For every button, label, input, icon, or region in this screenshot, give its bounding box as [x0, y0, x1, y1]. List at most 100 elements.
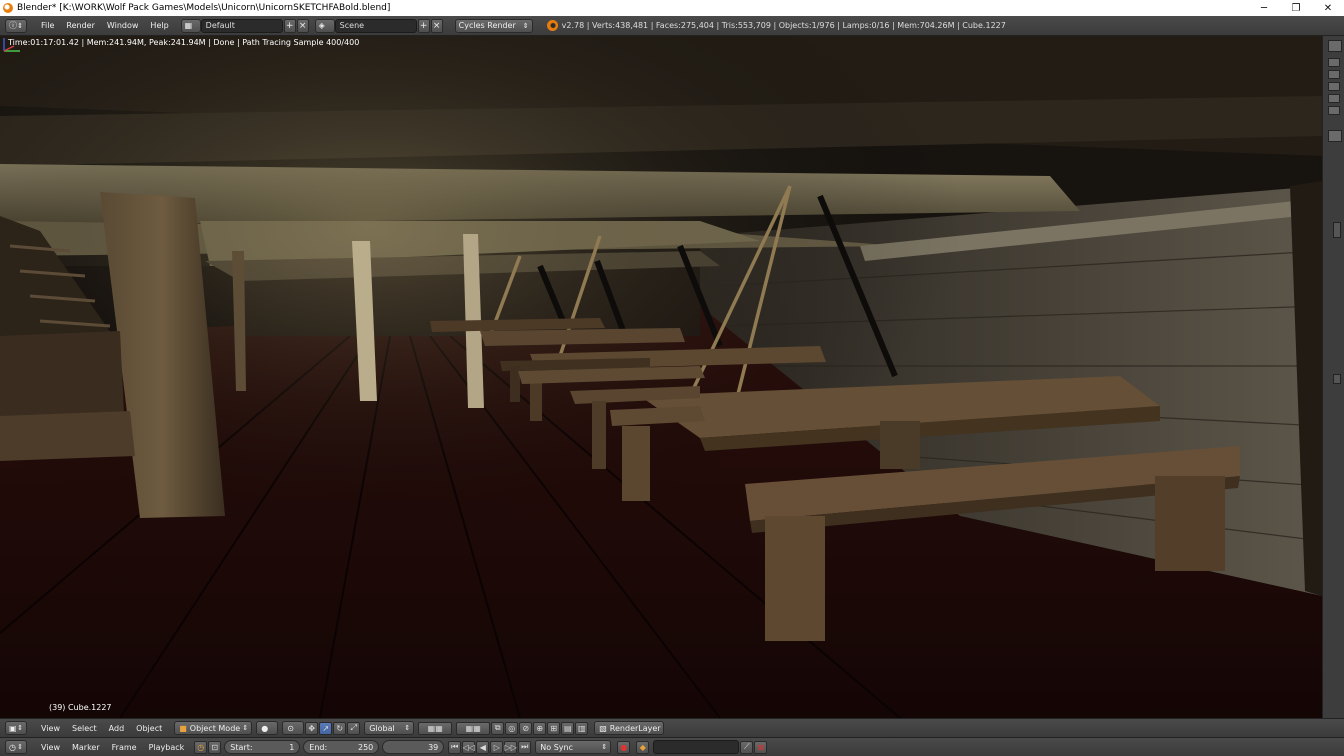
scene-add-button[interactable]: +: [417, 18, 430, 33]
snap-element-dropdown[interactable]: ⊕: [533, 721, 547, 735]
render-layer-label: RenderLayer: [609, 723, 661, 733]
pivot-dropdown[interactable]: ⊙: [282, 721, 305, 735]
strip-button-2[interactable]: [1328, 70, 1340, 79]
lock-frame-toggle[interactable]: ⊡: [208, 740, 222, 754]
menu-render[interactable]: Render: [60, 21, 100, 30]
menu-view[interactable]: View: [35, 743, 66, 752]
properties-strip: [1322, 36, 1344, 718]
opengl-render-button[interactable]: ▤: [561, 721, 575, 735]
orientation-dropdown[interactable]: Global ⇕: [364, 721, 415, 735]
3d-viewport[interactable]: Time:01:17:01.42 | Mem:241.94M, Peak:241…: [0, 36, 1322, 718]
rotate-icon: ↻: [336, 723, 344, 733]
lock-icon: ⊡: [211, 742, 219, 752]
view3d-editor-type-button[interactable]: ▣ ⇕: [5, 721, 27, 735]
sphere-icon: ●: [261, 723, 269, 733]
maximize-button[interactable]: ❐: [1280, 0, 1312, 16]
layout-grid-icon: ▦: [184, 21, 193, 30]
updown-icon: ⇕: [17, 724, 23, 732]
scene-name-field[interactable]: Scene: [334, 18, 417, 33]
x-icon: ×: [432, 20, 441, 31]
current-frame-field[interactable]: 39: [382, 740, 445, 754]
properties-toggle-button[interactable]: [1328, 40, 1342, 52]
layout-remove-button[interactable]: ×: [296, 18, 309, 33]
prev-key-icon: ◁◁: [462, 742, 475, 752]
layout-name-field[interactable]: Default: [200, 18, 283, 33]
timeline-editor-type-button[interactable]: ◷ ⇕: [5, 740, 27, 754]
prev-keyframe-button[interactable]: ◁◁: [462, 740, 476, 754]
jump-start-button[interactable]: ⏮: [448, 740, 462, 754]
camera-icon: ▤: [563, 723, 572, 733]
play-button[interactable]: ▷: [490, 740, 504, 754]
delete-keyframe-button[interactable]: ⊠: [754, 740, 768, 754]
strip-button-5[interactable]: [1328, 106, 1340, 115]
layout-browse-button[interactable]: ▦: [180, 18, 201, 33]
menu-object[interactable]: Object: [130, 724, 168, 733]
object-mode-icon: ■: [179, 723, 187, 733]
render-engine-dropdown[interactable]: Cycles Render ⇕: [454, 18, 533, 33]
grid-icon: ▦▦: [427, 723, 443, 733]
layers-grid-2[interactable]: ▦▦: [456, 721, 491, 735]
lock-layers-toggle[interactable]: ⧉: [491, 721, 505, 735]
strip-button-4[interactable]: [1328, 94, 1340, 103]
editor-type-button[interactable]: ⓘ ⇕: [5, 18, 27, 33]
active-object-label: (39) Cube.1227: [49, 703, 112, 712]
render-layer-icon: ▧: [599, 723, 607, 733]
strip-button-3[interactable]: [1328, 82, 1340, 91]
menu-frame[interactable]: Frame: [106, 743, 143, 752]
record-icon: ●: [620, 742, 628, 752]
mode-dropdown[interactable]: ■ Object Mode ⇕: [174, 721, 253, 735]
menu-view[interactable]: View: [35, 724, 66, 733]
rotate-toggle[interactable]: ↻: [333, 721, 347, 735]
menu-add[interactable]: Add: [103, 724, 131, 733]
menu-playback[interactable]: Playback: [143, 743, 191, 752]
snap-target-button[interactable]: ⊞: [547, 721, 561, 735]
window-title: Blender* [K:\WORK\Wolf Pack Games\Models…: [17, 3, 391, 13]
strip-scroll-handle[interactable]: [1333, 374, 1341, 384]
stats-text: v2.78 | Verts:438,481 | Faces:275,404 | …: [561, 21, 1006, 30]
keying-set-button[interactable]: ◆: [636, 740, 650, 754]
menu-help[interactable]: Help: [144, 21, 174, 30]
play-reverse-icon: ◀: [479, 742, 486, 752]
axis-gizmo-icon: [3, 38, 20, 52]
layers-grid-1[interactable]: ▦▦: [418, 721, 453, 735]
layout-add-button[interactable]: +: [283, 18, 296, 33]
sync-mode-dropdown[interactable]: No Sync ⇕: [535, 740, 612, 754]
play-reverse-button[interactable]: ◀: [476, 740, 490, 754]
mode-label: Object Mode: [189, 723, 241, 733]
minimize-button[interactable]: ─: [1248, 0, 1280, 16]
start-frame-label: Start:: [230, 742, 253, 752]
strip-button-6[interactable]: [1328, 130, 1342, 142]
close-button[interactable]: ✕: [1312, 0, 1344, 16]
snap-icon: ⊕: [536, 723, 544, 733]
translate-toggle[interactable]: ↗: [319, 721, 333, 735]
window-controls: ─ ❐ ✕: [1248, 0, 1344, 16]
proportional-edit-toggle[interactable]: ◎: [505, 721, 519, 735]
opengl-anim-button[interactable]: ▥: [575, 721, 589, 735]
keying-set-field[interactable]: [653, 740, 740, 754]
start-frame-field[interactable]: Start: 1: [224, 740, 301, 754]
insert-keyframe-button[interactable]: ⟋: [740, 740, 754, 754]
menu-window[interactable]: Window: [101, 21, 145, 30]
shading-dropdown[interactable]: ●: [256, 721, 279, 735]
auto-keying-toggle[interactable]: ●: [617, 740, 631, 754]
menu-file[interactable]: File: [35, 21, 60, 30]
jump-end-button[interactable]: ⏭: [518, 740, 532, 754]
updown-icon: ⇕: [522, 21, 529, 30]
scale-toggle[interactable]: ⤢: [347, 721, 361, 735]
scene-remove-button[interactable]: ×: [430, 18, 443, 33]
menu-marker[interactable]: Marker: [66, 743, 106, 752]
strip-tab[interactable]: [1333, 222, 1341, 238]
render-layer-dropdown[interactable]: ▧ RenderLayer: [594, 721, 665, 735]
next-keyframe-button[interactable]: ▷▷: [504, 740, 518, 754]
end-frame-field[interactable]: End: 250: [303, 740, 380, 754]
use-preview-range-toggle[interactable]: ◷: [194, 740, 208, 754]
next-key-icon: ▷▷: [504, 742, 517, 752]
scene-browse-button[interactable]: ◈: [314, 18, 335, 33]
manipulator-toggle[interactable]: ✥: [305, 721, 319, 735]
snap-toggle[interactable]: ⊘: [519, 721, 533, 735]
menu-select[interactable]: Select: [66, 724, 103, 733]
strip-button-1[interactable]: [1328, 58, 1340, 67]
layers-icon: ⧉: [494, 723, 501, 732]
timeline-menu: View Marker Frame Playback: [35, 743, 190, 752]
info-header: ⓘ ⇕ File Render Window Help ▦ Default + ×…: [0, 16, 1344, 36]
